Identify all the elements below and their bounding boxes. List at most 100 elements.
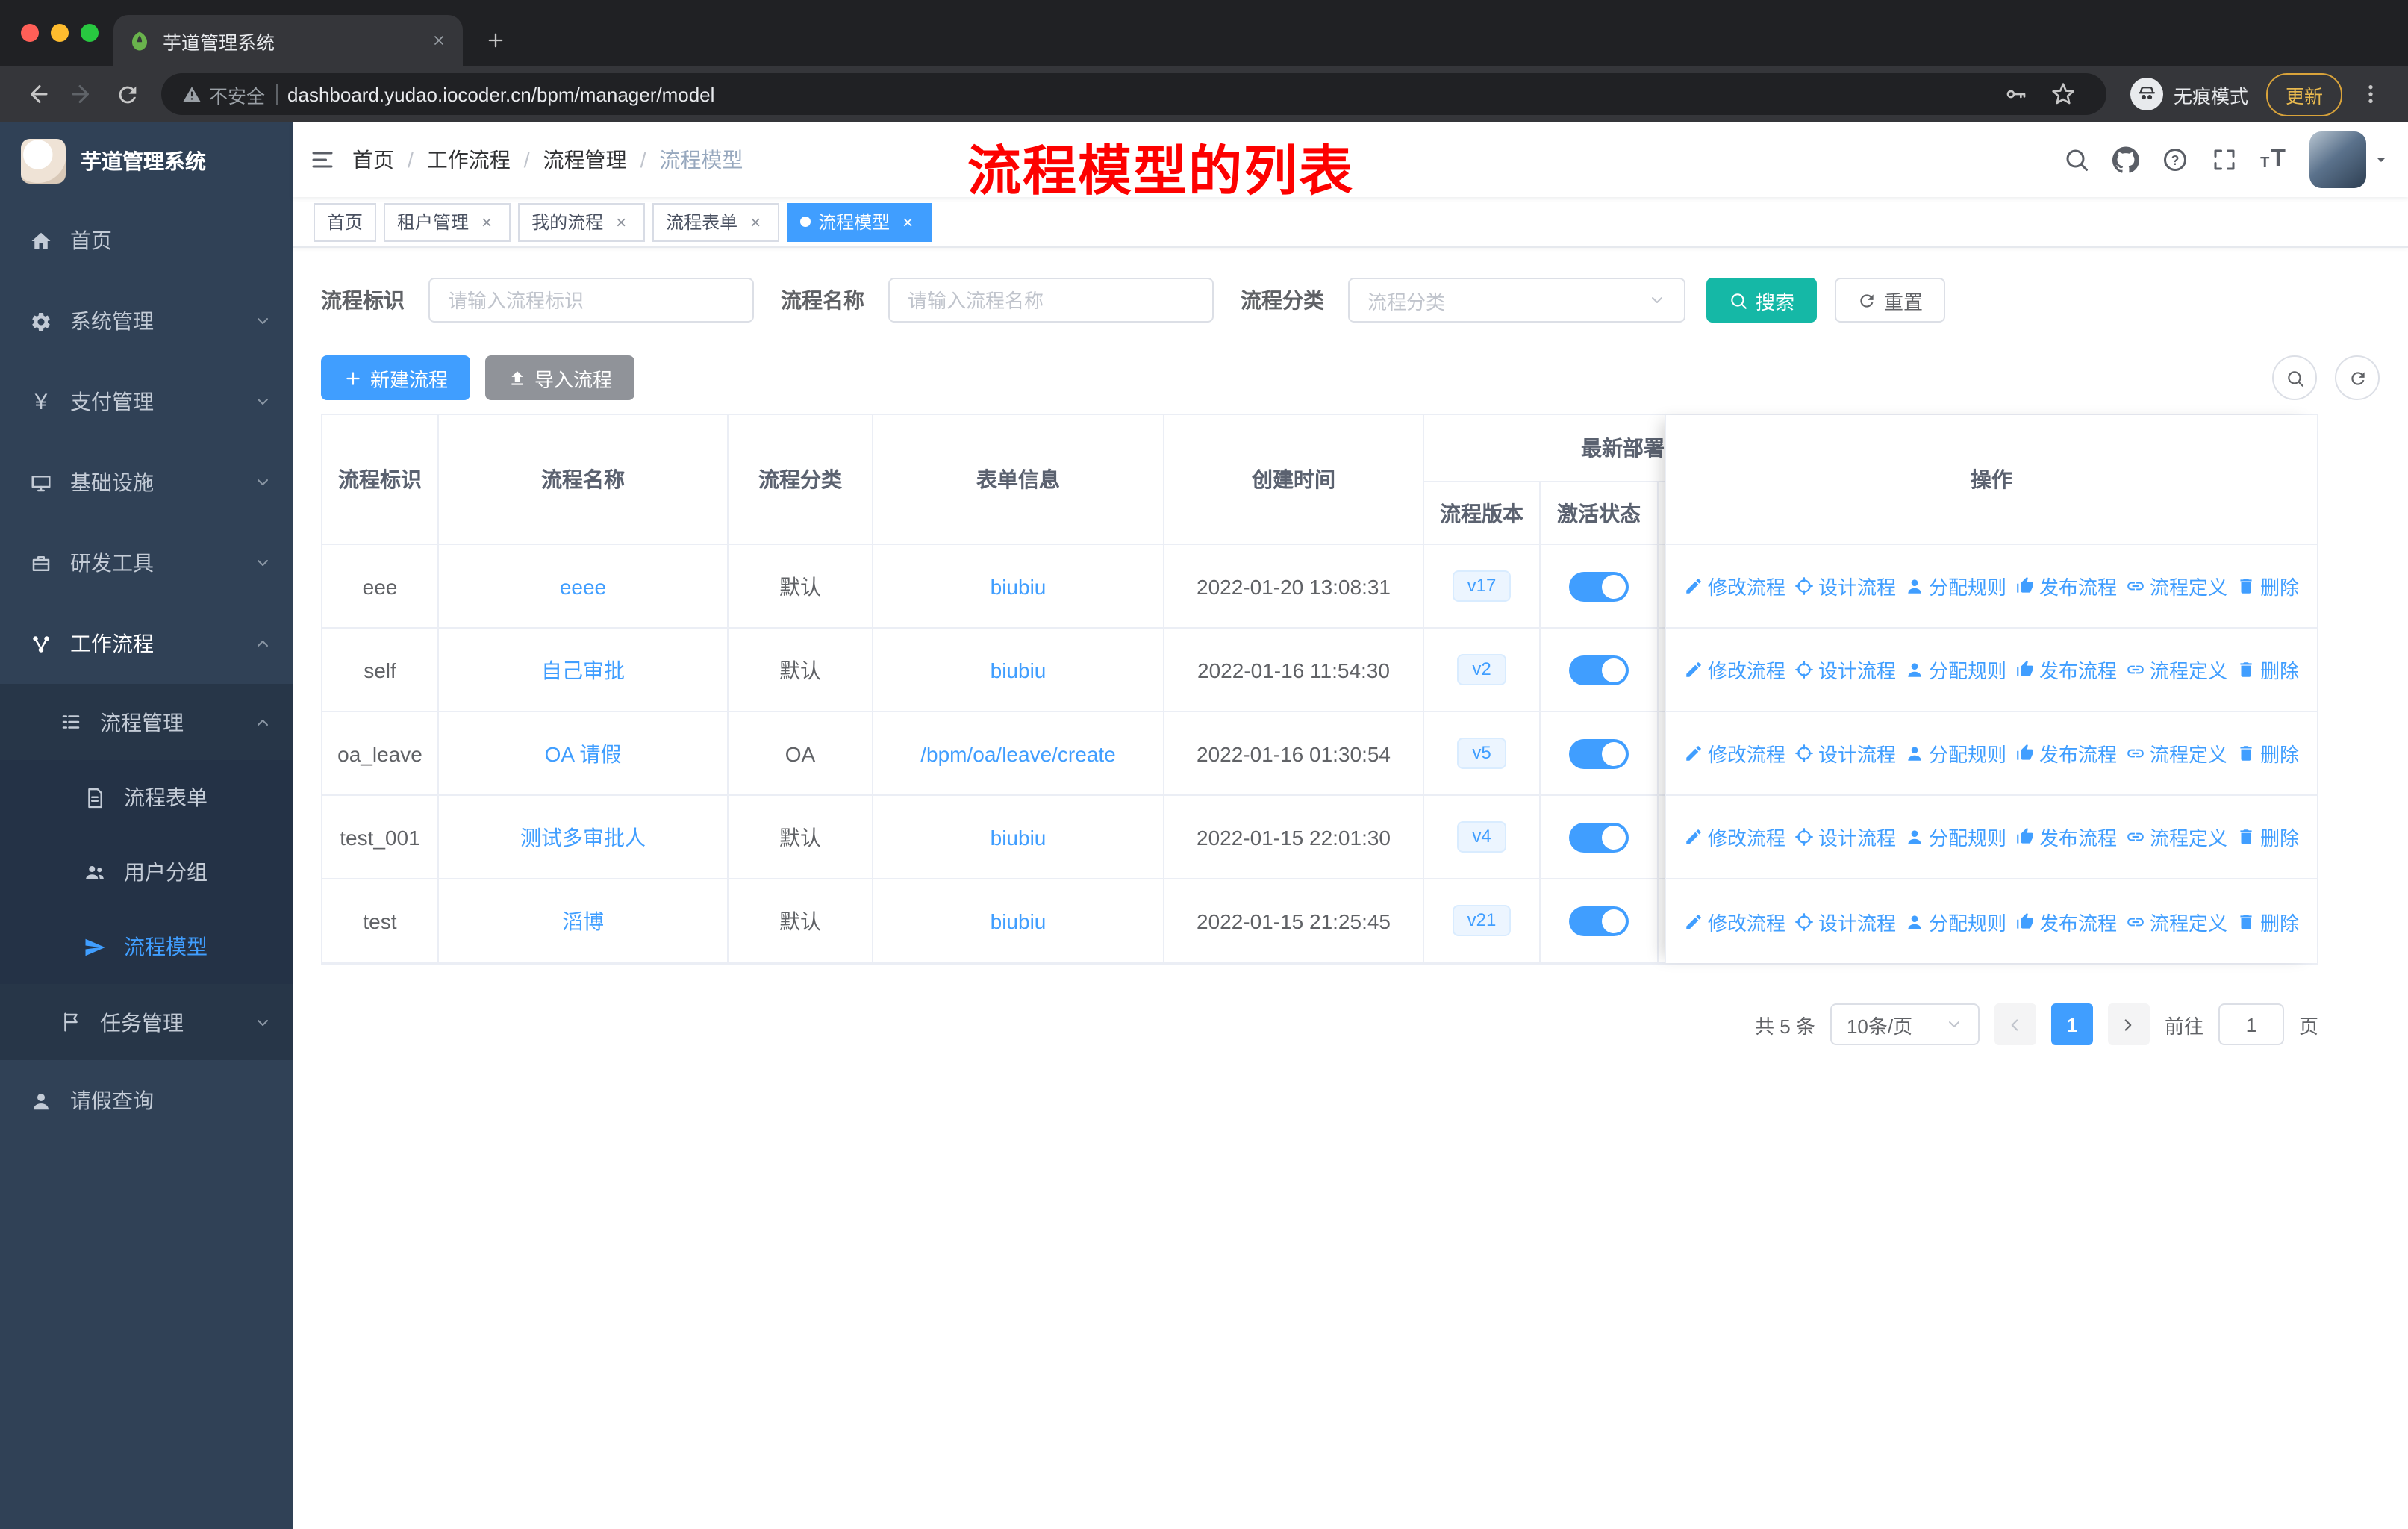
- action-edit[interactable]: 修改流程: [1684, 907, 1785, 935]
- zoom-window-button[interactable]: [81, 24, 99, 42]
- action-publish[interactable]: 发布流程: [2015, 572, 2117, 600]
- caret-down-icon[interactable]: [2372, 151, 2390, 169]
- action-delete[interactable]: 删除: [2236, 739, 2299, 767]
- sidebar-item-process-form[interactable]: 流程表单: [0, 760, 293, 835]
- form-link[interactable]: /bpm/oa/leave/create: [920, 741, 1116, 765]
- action-edit[interactable]: 修改流程: [1684, 572, 1785, 600]
- prev-page-button[interactable]: [1994, 1003, 2036, 1045]
- sidebar-item-task-mgmt[interactable]: 任务管理: [0, 984, 293, 1060]
- action-edit[interactable]: 修改流程: [1684, 655, 1785, 684]
- browser-tab[interactable]: 芋道管理系统: [113, 15, 463, 66]
- model-name-link[interactable]: OA 请假: [545, 738, 622, 768]
- model-name-link[interactable]: eeee: [560, 574, 606, 598]
- sidebar-item-process-mgmt[interactable]: 流程管理: [0, 684, 293, 760]
- bookmark-star-icon[interactable]: [2041, 72, 2086, 116]
- action-delete[interactable]: 删除: [2236, 823, 2299, 851]
- active-toggle[interactable]: [1569, 906, 1629, 935]
- close-icon[interactable]: [745, 211, 766, 232]
- close-icon[interactable]: [897, 211, 918, 232]
- action-publish[interactable]: 发布流程: [2015, 907, 2117, 935]
- toggle-search-button[interactable]: [2272, 355, 2317, 400]
- action-definition[interactable]: 流程定义: [2126, 572, 2227, 600]
- tag-tenant[interactable]: 租户管理: [384, 202, 511, 241]
- action-publish[interactable]: 发布流程: [2015, 739, 2117, 767]
- fullscreen-icon[interactable]: [2199, 122, 2248, 197]
- refresh-table-button[interactable]: [2335, 355, 2380, 400]
- search-button[interactable]: 搜索: [1706, 278, 1818, 323]
- tag-home[interactable]: 首页: [314, 202, 377, 241]
- form-link[interactable]: biubiu: [991, 909, 1047, 932]
- sidebar-item-home[interactable]: 首页: [0, 200, 293, 281]
- action-design[interactable]: 设计流程: [1794, 655, 1896, 684]
- help-icon[interactable]: ?: [2150, 122, 2199, 197]
- action-assign[interactable]: 分配规则: [1905, 739, 2006, 767]
- action-design[interactable]: 设计流程: [1794, 572, 1896, 600]
- model-name-link[interactable]: 测试多审批人: [520, 822, 646, 852]
- active-toggle[interactable]: [1569, 571, 1629, 601]
- minimize-window-button[interactable]: [51, 24, 69, 42]
- sidebar-item-system[interactable]: 系统管理: [0, 281, 293, 361]
- sidebar-item-process-model[interactable]: 流程模型: [0, 909, 293, 984]
- sidebar-item-pay[interactable]: ¥ 支付管理: [0, 361, 293, 442]
- form-link[interactable]: biubiu: [991, 574, 1047, 598]
- version-badge[interactable]: v5: [1457, 738, 1506, 769]
- close-window-button[interactable]: [21, 24, 39, 42]
- hamburger-icon[interactable]: [293, 122, 352, 197]
- active-toggle[interactable]: [1569, 822, 1629, 852]
- action-definition[interactable]: 流程定义: [2126, 907, 2227, 935]
- action-publish[interactable]: 发布流程: [2015, 823, 2117, 851]
- tag-process-form[interactable]: 流程表单: [652, 202, 780, 241]
- action-publish[interactable]: 发布流程: [2015, 655, 2117, 684]
- breadcrumb-workflow[interactable]: 工作流程: [394, 145, 511, 175]
- filter-key-input[interactable]: [428, 278, 754, 323]
- version-badge[interactable]: v17: [1452, 570, 1512, 602]
- model-name-link[interactable]: 滔博: [562, 906, 604, 935]
- breadcrumb-process-mgmt[interactable]: 流程管理: [511, 145, 627, 175]
- version-badge[interactable]: v2: [1457, 654, 1506, 685]
- action-assign[interactable]: 分配规则: [1905, 572, 2006, 600]
- action-assign[interactable]: 分配规则: [1905, 907, 2006, 935]
- action-edit[interactable]: 修改流程: [1684, 823, 1785, 851]
- user-avatar[interactable]: [2309, 131, 2366, 188]
- tag-process-model[interactable]: 流程模型: [787, 202, 932, 241]
- action-assign[interactable]: 分配规则: [1905, 823, 2006, 851]
- next-page-button[interactable]: [2107, 1003, 2150, 1045]
- create-process-button[interactable]: 新建流程: [321, 355, 471, 400]
- browser-menu-icon[interactable]: [2348, 72, 2393, 116]
- sidebar-logo[interactable]: 芋道管理系统: [0, 122, 293, 200]
- sidebar-item-leave-query[interactable]: 请假查询: [0, 1060, 293, 1141]
- model-name-link[interactable]: 自己审批: [541, 655, 625, 685]
- github-icon[interactable]: [2100, 122, 2150, 197]
- current-page[interactable]: 1: [2050, 1003, 2093, 1045]
- filter-name-input[interactable]: [888, 278, 1214, 323]
- active-toggle[interactable]: [1569, 738, 1629, 768]
- breadcrumb-home[interactable]: 首页: [352, 145, 394, 175]
- form-link[interactable]: biubiu: [991, 658, 1047, 682]
- search-icon[interactable]: [2051, 122, 2100, 197]
- reset-button[interactable]: 重置: [1835, 278, 1946, 323]
- action-assign[interactable]: 分配规则: [1905, 655, 2006, 684]
- goto-page-input[interactable]: [2218, 1003, 2284, 1045]
- sidebar-item-user-group[interactable]: 用户分组: [0, 835, 293, 909]
- import-process-button[interactable]: 导入流程: [485, 355, 635, 400]
- action-design[interactable]: 设计流程: [1794, 907, 1896, 935]
- address-bar[interactable]: 不安全 dashboard.yudao.iocoder.cn/bpm/manag…: [161, 73, 2106, 115]
- close-icon[interactable]: [476, 211, 497, 232]
- action-definition[interactable]: 流程定义: [2126, 655, 2227, 684]
- action-design[interactable]: 设计流程: [1794, 739, 1896, 767]
- close-icon[interactable]: [611, 211, 631, 232]
- password-key-icon[interactable]: [1993, 72, 2038, 116]
- font-size-icon[interactable]: TT: [2248, 122, 2298, 197]
- new-tab-button[interactable]: [475, 19, 517, 61]
- filter-category-select[interactable]: 流程分类: [1348, 278, 1685, 323]
- action-delete[interactable]: 删除: [2236, 907, 2299, 935]
- sidebar-item-workflow[interactable]: 工作流程: [0, 603, 293, 684]
- sidebar-item-dev[interactable]: 研发工具: [0, 523, 293, 603]
- sidebar-item-infra[interactable]: 基础设施: [0, 442, 293, 523]
- active-toggle[interactable]: [1569, 655, 1629, 685]
- tab-close-icon[interactable]: [427, 28, 451, 52]
- action-design[interactable]: 设计流程: [1794, 823, 1896, 851]
- version-badge[interactable]: v4: [1457, 821, 1506, 853]
- reload-button[interactable]: [105, 72, 149, 116]
- action-definition[interactable]: 流程定义: [2126, 823, 2227, 851]
